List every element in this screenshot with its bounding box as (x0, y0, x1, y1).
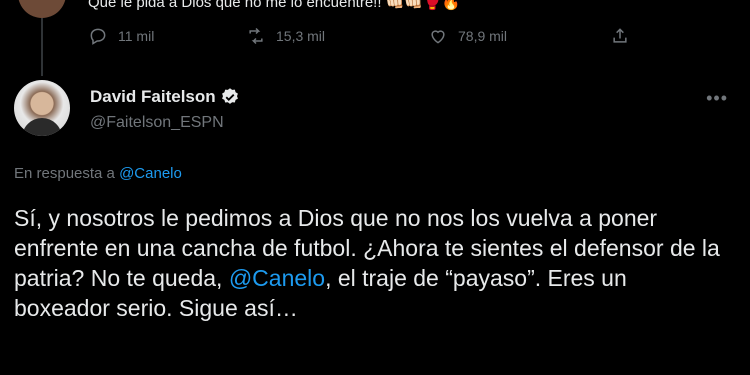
tweet-actions: 11 mil 15,3 mil 78,9 mil (88, 26, 648, 52)
reply-context: En respuesta a @Canelo (14, 165, 182, 182)
retweet-icon (249, 27, 263, 45)
retweet-button[interactable]: 15,3 mil (246, 26, 325, 46)
verified-icon (221, 88, 238, 104)
tweet-text: Sí, y nosotros le pedimos a Dios que no … (14, 203, 724, 323)
author-handle[interactable]: @Faitelson_ESPN (90, 114, 224, 132)
like-icon (431, 30, 445, 44)
author-name-row[interactable]: David Faitelson (90, 87, 240, 107)
reply-count: 11 mil (118, 28, 155, 44)
previous-tweet-text: Que le pida a Dios que no me lo encuentr… (88, 0, 461, 11)
share-button[interactable] (610, 26, 630, 46)
share-icon (613, 28, 627, 43)
thread-line (41, 18, 43, 76)
tweet-header: David Faitelson @Faitelson_ESPN ••• (0, 72, 750, 142)
previous-tweet: Que le pida a Dios que no me lo encuentr… (0, 0, 750, 76)
like-count: 78,9 mil (458, 28, 508, 44)
avatar-suit (22, 118, 62, 136)
reply-prefix: En respuesta a (14, 165, 115, 182)
reply-mention-link[interactable]: @Canelo (119, 165, 182, 182)
reply-icon (90, 28, 106, 45)
reply-button[interactable]: 11 mil (88, 26, 154, 46)
previous-tweet-avatar[interactable] (18, 0, 66, 18)
tweet-mention-link[interactable]: @Canelo (229, 265, 325, 291)
like-button[interactable]: 78,9 mil (428, 26, 507, 46)
more-icon[interactable]: ••• (706, 88, 728, 109)
retweet-count: 15,3 mil (276, 28, 326, 44)
author-avatar[interactable] (14, 80, 70, 136)
author-name[interactable]: David Faitelson (90, 87, 216, 107)
